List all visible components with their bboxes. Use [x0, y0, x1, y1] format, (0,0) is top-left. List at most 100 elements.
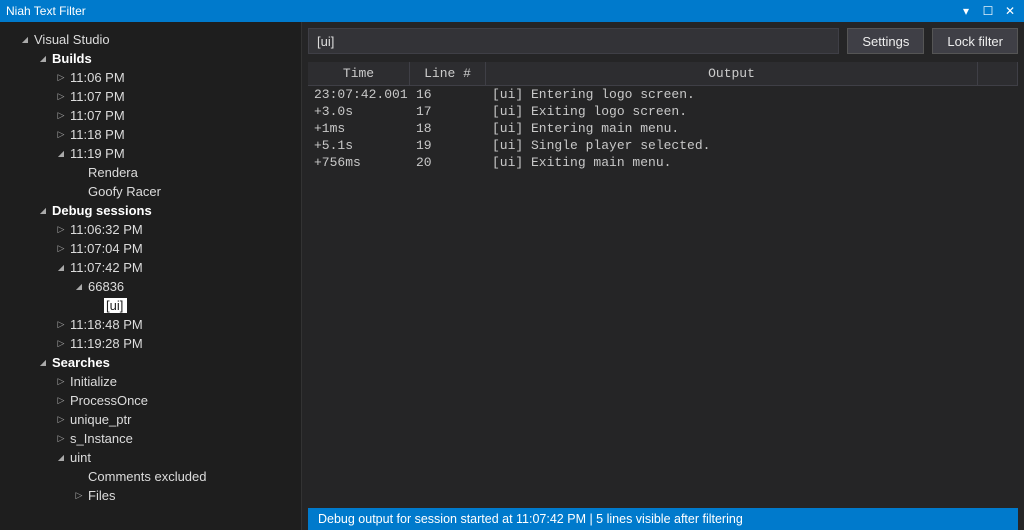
tree-item[interactable]: 66836 [4, 277, 301, 296]
tree-item[interactable]: Comments excluded [4, 467, 301, 486]
table-body: 23:07:42.00116[ui] Entering logo screen.… [308, 86, 1018, 171]
chevron-down-icon[interactable] [36, 205, 50, 216]
lock-filter-button[interactable]: Lock filter [932, 28, 1018, 54]
chevron-right-icon[interactable] [54, 433, 68, 444]
tree-item[interactable]: 11:18 PM [4, 125, 301, 144]
cell-time: +3.0s [308, 104, 410, 119]
tree-item-label: uint [68, 450, 91, 465]
cell-time: +1ms [308, 121, 410, 136]
col-time[interactable]: Time [308, 62, 410, 85]
tree-item[interactable]: Builds [4, 49, 301, 68]
chevron-right-icon[interactable] [54, 243, 68, 254]
cell-output: [ui] Entering main menu. [486, 121, 1018, 136]
chevron-right-icon[interactable] [54, 395, 68, 406]
tree-item[interactable]: Rendera [4, 163, 301, 182]
tree-item[interactable]: 11:19 PM [4, 144, 301, 163]
chevron-down-icon[interactable] [36, 53, 50, 64]
table-row[interactable]: +1ms18[ui] Entering main menu. [308, 120, 1018, 137]
tree-item-label: 11:18 PM [68, 127, 125, 142]
cell-time: +756ms [308, 155, 410, 170]
tree-item[interactable]: 11:18:48 PM [4, 315, 301, 334]
tree-item[interactable]: 11:07:04 PM [4, 239, 301, 258]
cell-time: 23:07:42.001 [308, 87, 410, 102]
tree-item-label: Rendera [86, 165, 138, 180]
tree-item[interactable]: Files [4, 486, 301, 505]
tree-item[interactable]: 11:07:42 PM [4, 258, 301, 277]
content-pane: Settings Lock filter Time Line # Output … [302, 22, 1024, 530]
chevron-right-icon[interactable] [54, 319, 68, 330]
cell-line: 20 [410, 155, 486, 170]
chevron-right-icon[interactable] [54, 414, 68, 425]
cell-line: 18 [410, 121, 486, 136]
tree-item[interactable]: 11:06:32 PM [4, 220, 301, 239]
col-line[interactable]: Line # [410, 62, 486, 85]
tree-item-label: Debug sessions [50, 203, 152, 218]
chevron-down-icon[interactable] [54, 148, 68, 159]
log-table: Time Line # Output 23:07:42.00116[ui] En… [308, 62, 1018, 508]
table-row[interactable]: +5.1s19[ui] Single player selected. [308, 137, 1018, 154]
table-row[interactable]: +3.0s17[ui] Exiting logo screen. [308, 103, 1018, 120]
tree-item[interactable]: 11:06 PM [4, 68, 301, 87]
tree-item-label: Visual Studio [32, 32, 110, 47]
tree-item[interactable]: s_Instance [4, 429, 301, 448]
tree-item[interactable]: 11:07 PM [4, 106, 301, 125]
tree-item-label: 11:18:48 PM [68, 317, 143, 332]
tree-item[interactable]: Initialize [4, 372, 301, 391]
dropdown-icon[interactable]: ▾ [958, 4, 974, 18]
tree-item[interactable]: 11:19:28 PM [4, 334, 301, 353]
tree-item-label: 11:07:04 PM [68, 241, 143, 256]
cell-time: +5.1s [308, 138, 410, 153]
chevron-down-icon[interactable] [18, 34, 32, 45]
col-spacer [978, 62, 1018, 85]
status-text: Debug output for session started at 11:0… [318, 512, 743, 526]
chevron-right-icon[interactable] [54, 338, 68, 349]
cell-line: 16 [410, 87, 486, 102]
chevron-right-icon[interactable] [54, 224, 68, 235]
table-row[interactable]: +756ms20[ui] Exiting main menu. [308, 154, 1018, 171]
chevron-right-icon[interactable] [72, 490, 86, 501]
settings-button[interactable]: Settings [847, 28, 924, 54]
maximize-icon[interactable]: ☐ [980, 4, 996, 18]
tree-item-label: 11:07:42 PM [68, 260, 143, 275]
tree-item[interactable]: 11:07 PM [4, 87, 301, 106]
tree-item[interactable]: Visual Studio [4, 30, 301, 49]
tree-item-label: unique_ptr [68, 412, 131, 427]
tree-item[interactable]: unique_ptr [4, 410, 301, 429]
table-header: Time Line # Output [308, 62, 1018, 86]
cell-output: [ui] Single player selected. [486, 138, 1018, 153]
chevron-down-icon[interactable] [54, 262, 68, 273]
tree-item-label: s_Instance [68, 431, 133, 446]
toolbar: Settings Lock filter [308, 28, 1018, 54]
cell-line: 19 [410, 138, 486, 153]
col-output[interactable]: Output [486, 62, 978, 85]
chevron-right-icon[interactable] [54, 91, 68, 102]
tree-item[interactable]: ProcessOnce [4, 391, 301, 410]
tree-item[interactable]: Debug sessions [4, 201, 301, 220]
close-icon[interactable]: ✕ [1002, 4, 1018, 18]
tree-item-label: Searches [50, 355, 110, 370]
filter-input[interactable] [308, 28, 839, 54]
cell-line: 17 [410, 104, 486, 119]
tree-item[interactable]: [ui] [4, 296, 301, 315]
tree-item-label: 11:07 PM [68, 89, 125, 104]
tree-item-label: Files [86, 488, 115, 503]
title-bar: Niah Text Filter ▾ ☐ ✕ [0, 0, 1024, 22]
tree-item-label: 11:06:32 PM [68, 222, 143, 237]
tree-item[interactable]: Goofy Racer [4, 182, 301, 201]
chevron-right-icon[interactable] [54, 110, 68, 121]
main: Visual Studio Builds11:06 PM 11:07 PM 11:07… [0, 22, 1024, 530]
chevron-down-icon[interactable] [36, 357, 50, 368]
chevron-right-icon[interactable] [54, 129, 68, 140]
tree-item-label: ProcessOnce [68, 393, 148, 408]
chevron-down-icon[interactable] [54, 452, 68, 463]
tree-item-label: [ui] [104, 298, 127, 313]
table-row[interactable]: 23:07:42.00116[ui] Entering logo screen. [308, 86, 1018, 103]
chevron-down-icon[interactable] [72, 281, 86, 292]
chevron-right-icon[interactable] [54, 376, 68, 387]
tree-item[interactable]: Searches [4, 353, 301, 372]
tree-item-label: 11:19 PM [68, 146, 125, 161]
chevron-right-icon[interactable] [54, 72, 68, 83]
status-bar: Debug output for session started at 11:0… [308, 508, 1018, 530]
tree-item[interactable]: uint [4, 448, 301, 467]
tree-sidebar[interactable]: Visual Studio Builds11:06 PM 11:07 PM 11:07… [0, 22, 302, 530]
